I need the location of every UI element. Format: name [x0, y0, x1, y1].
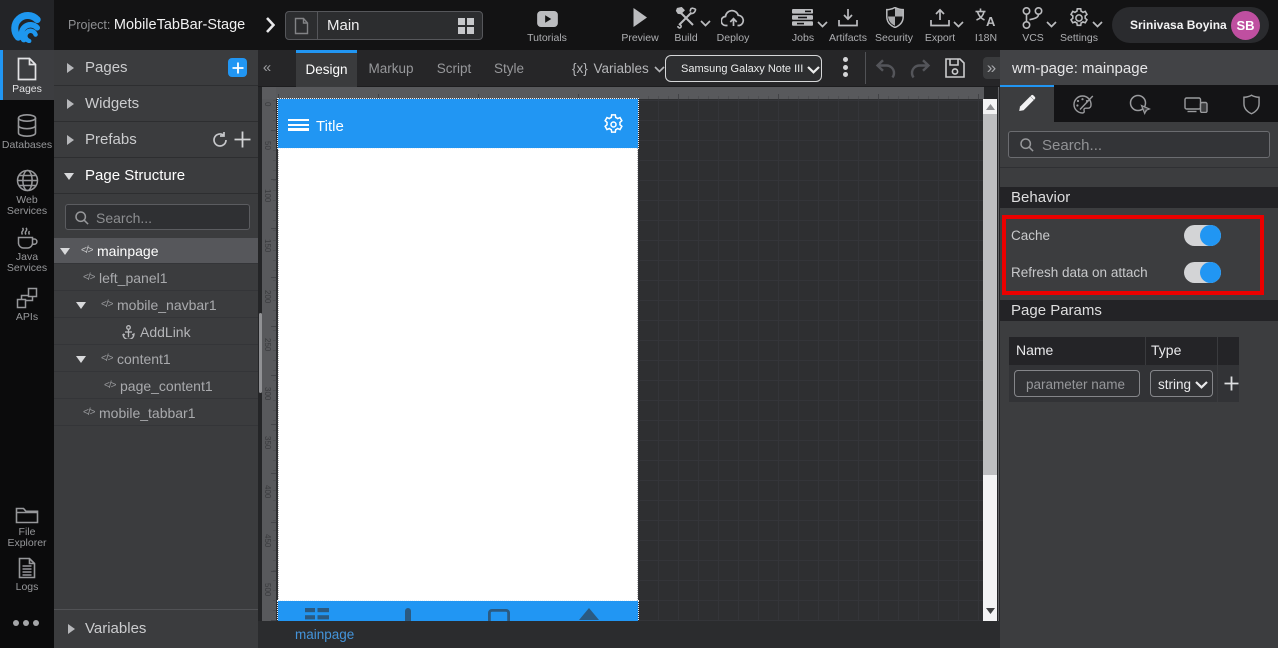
svg-text:A: A: [986, 14, 996, 28]
